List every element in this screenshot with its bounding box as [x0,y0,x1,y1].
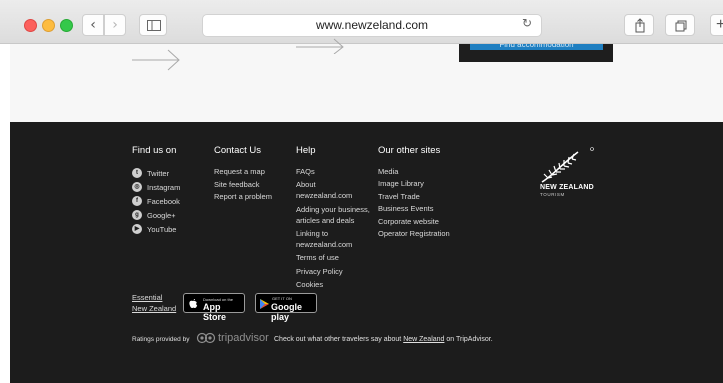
reload-icon[interactable]: ↻ [522,16,532,30]
google-play-big: Google play [271,302,302,322]
terms-link[interactable]: Terms of use [296,252,370,263]
adding-business-link-line1[interactable]: Adding your business, [296,204,370,215]
play-store-icon [260,299,269,309]
app-store-big: App Store [203,302,227,322]
social-link-youtube[interactable]: ▶ YouTube [132,222,180,236]
address-bar[interactable]: www.newzeland.com [202,14,542,37]
adding-business-link-line2[interactable]: articles and deals [296,215,370,226]
facebook-icon: f [132,196,142,206]
tabs-icon [675,20,687,32]
forward-button[interactable]: › [104,14,126,36]
sidebar-toggle-button[interactable] [139,14,167,36]
linking-link-line2[interactable]: newzealand.com [296,239,370,250]
request-map-link[interactable]: Request a map [214,166,272,179]
tripadvisor-nz-link[interactable]: New Zealand [403,336,444,343]
business-events-link[interactable]: Business Events [378,203,450,215]
browser-toolbar: ‹ › www.newzeland.com ↻ + [0,0,723,44]
social-link-facebook[interactable]: f Facebook [132,194,180,208]
social-link-googleplus[interactable]: g Google+ [132,208,180,222]
social-link-instagram[interactable]: ◎ Instagram [132,180,180,194]
contact-heading: Contact Us [214,145,261,156]
instagram-icon: ◎ [132,182,142,192]
minimize-window-button[interactable] [42,19,55,32]
contact-column: Contact Us Request a map Site feedback R… [214,145,272,204]
find-us-column: Find us on t Twitter ◎ Instagram f Facebook… [132,145,180,236]
social-label: Google+ [147,210,176,220]
help-heading: Help [296,145,316,156]
share-icon [635,18,645,33]
google-play-badge[interactable]: GET IT ON Google play [255,293,317,322]
tripadvisor-owl-icon[interactable] [196,332,216,344]
social-label: Facebook [147,196,180,206]
share-button[interactable] [624,14,654,36]
site-feedback-link[interactable]: Site feedback [214,179,272,192]
chevron-left-icon: ‹ [90,17,96,33]
find-accommodation-button[interactable]: Find accommodation [470,44,603,50]
essential-line2: New Zealand [132,304,177,313]
other-sites-column: Our other sites Media Image Library Trav… [378,145,450,240]
carousel-arrow-icon[interactable] [132,49,182,71]
sidebar-icon [147,20,161,31]
ratings-label: Ratings provided by [132,336,190,343]
media-link[interactable]: Media [378,166,450,178]
apple-icon [189,299,198,308]
social-label: Twitter [147,168,170,178]
close-window-button[interactable] [24,19,37,32]
chevron-right-icon: › [112,17,118,33]
about-link-line2[interactable]: newzealand.com [296,190,370,201]
logo-subtitle: TOURISM [540,192,565,197]
fern-logo-icon[interactable] [540,146,596,184]
youtube-icon: ▶ [132,224,142,234]
tripadvisor-cta: Check out what other travelers say about… [274,336,493,343]
app-store-badge[interactable]: Download on the App Store [183,293,245,322]
image-library-link[interactable]: Image Library [378,178,450,190]
privacy-link[interactable]: Privacy Policy [296,266,370,277]
tripadvisor-wordmark[interactable]: tripadvisor [218,332,269,344]
help-column: Help FAQs About newzealand.com Adding yo… [296,145,370,290]
corporate-website-link[interactable]: Corporate website [378,216,450,228]
zoom-window-button[interactable] [60,19,73,32]
essential-nz-link[interactable]: Essential New Zealand [132,292,176,314]
logo-name: NEW ZEALAND [540,184,594,191]
travel-trade-link[interactable]: Travel Trade [378,191,450,203]
faqs-link[interactable]: FAQs [296,166,370,177]
linking-link-line1[interactable]: Linking to [296,228,370,239]
social-link-twitter[interactable]: t Twitter [132,166,180,180]
carousel-arrow-icon[interactable] [296,38,346,54]
site-footer: Find us on t Twitter ◎ Instagram f Facebook… [10,122,723,383]
tripadvisor-cta-post: on TripAdvisor. [446,336,493,343]
page-content-area [10,44,723,122]
google-play-small: GET IT ON [272,296,292,301]
social-label: Instagram [147,182,181,192]
back-button[interactable]: ‹ [82,14,104,36]
twitter-icon: t [132,168,142,178]
tripadvisor-cta-pre: Check out what other travelers say about [274,336,402,343]
find-us-heading: Find us on [132,145,177,156]
about-link-line1[interactable]: About [296,179,370,190]
essential-line1: Essential [132,293,163,302]
googleplus-icon: g [132,210,142,220]
show-tabs-button[interactable] [665,14,695,36]
other-sites-heading: Our other sites [378,145,441,156]
social-label: YouTube [147,224,177,234]
operator-registration-link[interactable]: Operator Registration [378,228,450,240]
cookies-link[interactable]: Cookies [296,279,370,290]
report-problem-link[interactable]: Report a problem [214,191,272,204]
new-tab-button[interactable]: + [710,14,723,36]
